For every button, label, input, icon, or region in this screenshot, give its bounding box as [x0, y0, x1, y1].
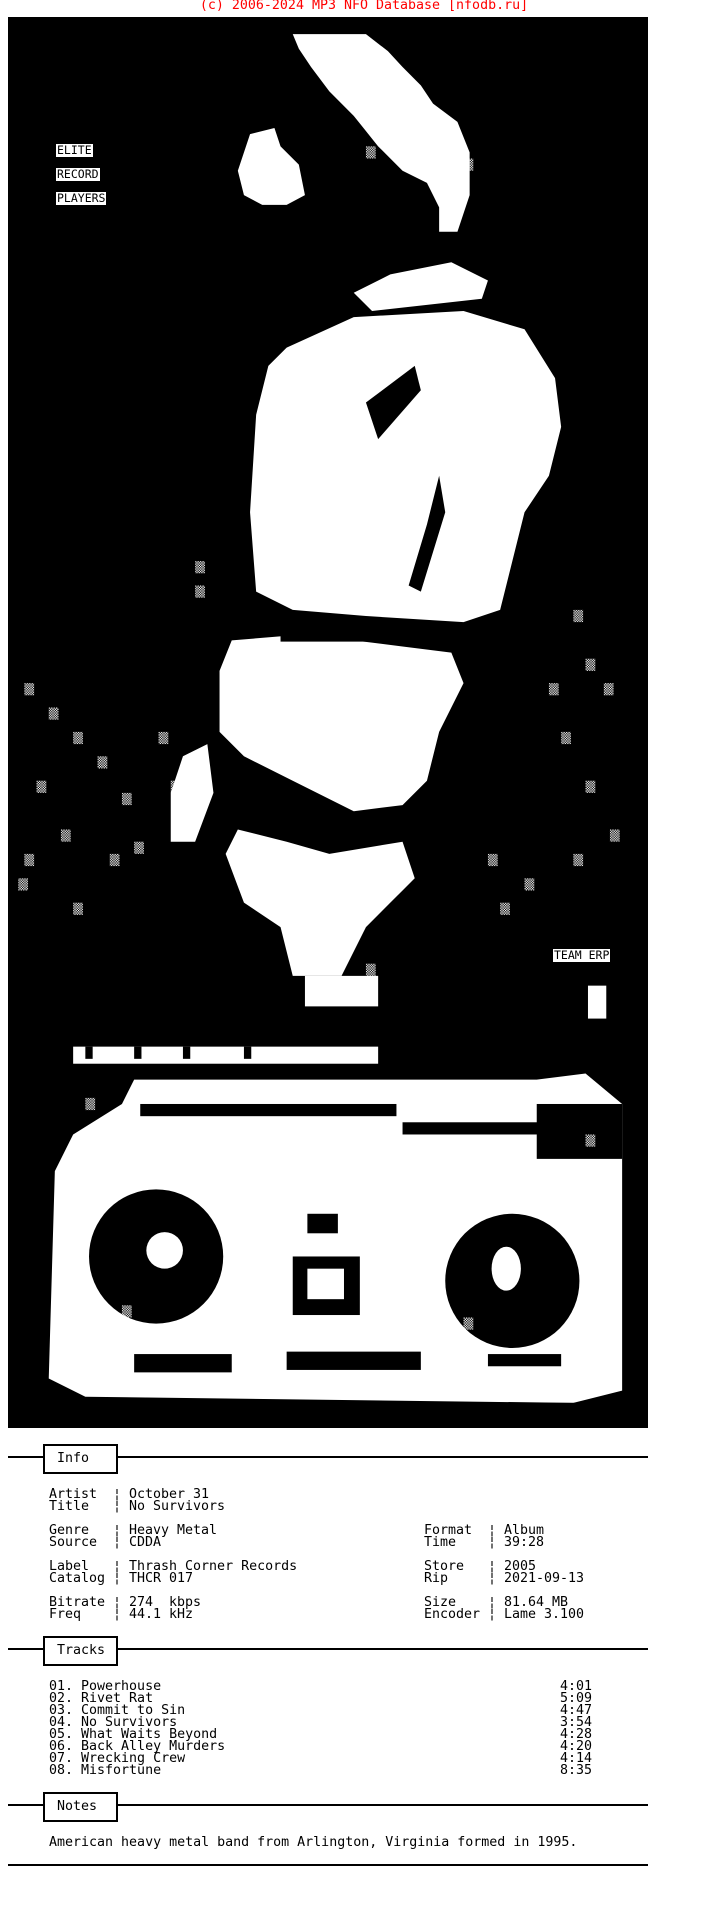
dither-pixel — [561, 731, 571, 745]
info-label: Source — [49, 1535, 98, 1550]
copyright-header: (c) 2006-2024 MP3 NFO Database [nfodb.ru… — [199, 0, 529, 13]
dither-pixel — [402, 1158, 413, 1172]
dither-pixel — [603, 1207, 614, 1220]
info-label: Encoder — [424, 1607, 481, 1622]
info-value: THCR 017 — [129, 1571, 194, 1586]
dither-pixel — [73, 1171, 83, 1184]
collar-shape — [353, 262, 488, 312]
dither-pixel — [121, 792, 132, 806]
dither-pixel — [134, 841, 144, 854]
dither-pixel — [365, 146, 376, 159]
dither-pixel — [463, 158, 474, 171]
separator: ¦ — [488, 1571, 497, 1586]
face-shape — [237, 128, 305, 205]
info-value: 39:28 — [504, 1535, 545, 1550]
dither-pixel — [97, 756, 108, 769]
dither-pixel — [48, 707, 59, 720]
dither-pixel — [182, 805, 193, 818]
dither-pixel — [365, 512, 376, 525]
dither-pixel — [195, 561, 205, 574]
info-value: 44.1 kHz — [129, 1607, 194, 1622]
notes-section-title: Notes — [57, 1799, 98, 1814]
art-label-players: PLAYERS — [56, 191, 107, 205]
dither-pixel — [60, 829, 71, 842]
separator: ¦ — [113, 1535, 122, 1550]
boombox-figure-art — [18, 34, 623, 1428]
info-label: Time — [424, 1535, 457, 1550]
dither-pixel — [524, 402, 535, 415]
track-title: 08. Misfortune — [49, 1763, 162, 1778]
dither-pixel — [109, 853, 120, 867]
dither-pixel — [73, 902, 83, 915]
legs-shape — [225, 829, 415, 976]
tracks-section-header: Tracks — [43, 1636, 118, 1666]
info-section-title: Info — [57, 1451, 90, 1466]
hat-shape — [292, 34, 470, 232]
notes-section-header: Notes — [43, 1792, 118, 1822]
art-label-record: RECORD — [56, 167, 100, 181]
info-label: Rip — [424, 1571, 449, 1586]
dither-pixel — [67, 1293, 77, 1306]
separator: ¦ — [113, 1571, 122, 1586]
dither-pixel — [500, 902, 510, 915]
dither-pixel — [195, 585, 205, 598]
dither-pixel — [329, 988, 340, 1001]
dither-pixel — [439, 1219, 449, 1233]
dither-pixel — [182, 1329, 193, 1342]
dither-pixel — [24, 683, 35, 696]
separator: ¦ — [488, 1535, 497, 1550]
dither-pixel — [573, 609, 584, 623]
dither-pixel — [512, 365, 523, 379]
dither-pixel — [585, 1134, 596, 1147]
dither-pixel — [365, 963, 376, 976]
dither-pixel — [85, 1097, 96, 1111]
info-value: CDDA — [129, 1535, 162, 1550]
dither-pixel — [18, 878, 29, 891]
info-value: No Survivors — [129, 1499, 226, 1514]
ascii-art-image: ELITE RECORD PLAYERS TEAM ERP — [8, 17, 648, 1428]
dither-pixel — [603, 683, 614, 696]
info-label: Freq — [49, 1607, 82, 1622]
dither-pixel — [274, 170, 285, 183]
dither-pixel — [390, 853, 401, 867]
torso-shape — [250, 311, 562, 623]
dither-pixel — [256, 158, 266, 171]
info-value: Lame 3.100 — [504, 1607, 585, 1622]
info-value: 2021-09-13 — [504, 1571, 585, 1586]
info-label: Catalog — [49, 1571, 106, 1586]
dither-pixel — [585, 780, 596, 793]
dither-pixel — [524, 878, 535, 891]
dither-pixel — [609, 1280, 620, 1294]
dither-pixel — [60, 1219, 71, 1233]
pants-shape — [219, 634, 464, 812]
separator: ¦ — [113, 1499, 122, 1514]
dither-pixel — [585, 658, 596, 671]
dither-pixel — [73, 731, 83, 745]
dither-pixel — [463, 1317, 474, 1330]
dither-pixel — [548, 683, 559, 696]
dither-pixel — [609, 829, 620, 842]
dither-pixel — [573, 853, 584, 867]
art-label-elite: ELITE — [56, 143, 93, 157]
bottom-divider — [8, 1864, 648, 1866]
dither-pixel — [121, 1305, 132, 1318]
separator: ¦ — [488, 1607, 497, 1622]
dither-pixel — [36, 780, 47, 793]
track-duration: 8:35 — [560, 1763, 593, 1778]
dither-pixel — [170, 780, 181, 793]
dither-pixel — [24, 853, 35, 867]
info-section-header: Info — [43, 1444, 118, 1474]
info-label: Title — [49, 1499, 90, 1514]
dither-pixel — [487, 853, 498, 867]
art-label-team: TEAM ERP — [553, 948, 611, 962]
notes-text: American heavy metal band from Arlington… — [49, 1835, 578, 1850]
dither-pixel — [243, 1219, 254, 1233]
dither-pixel — [158, 731, 169, 745]
dither-pixel — [60, 1341, 71, 1355]
tracks-section-title: Tracks — [57, 1643, 106, 1658]
dither-pixel — [341, 463, 352, 476]
separator: ¦ — [113, 1607, 122, 1622]
dither-pixel — [597, 1354, 608, 1367]
